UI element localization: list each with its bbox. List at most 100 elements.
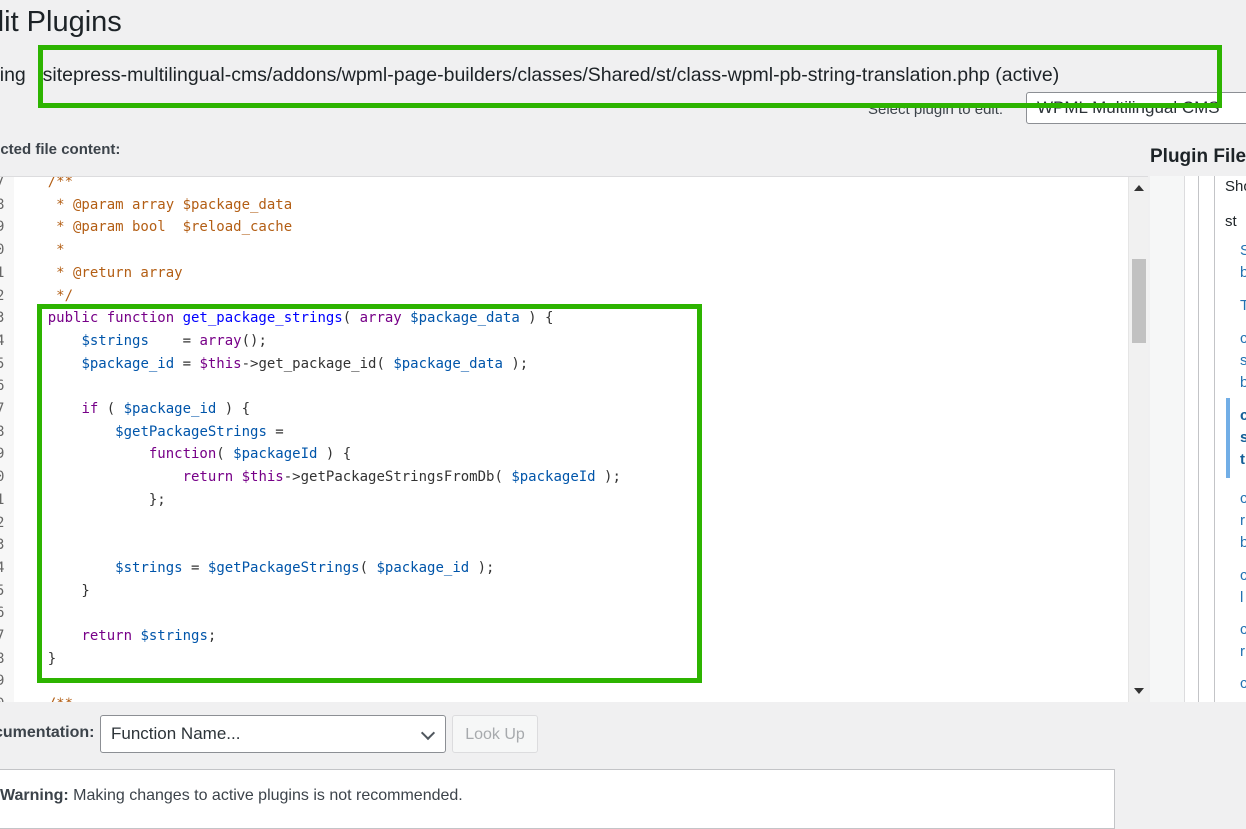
code-line: 6 — [0, 375, 1128, 397]
code-token: ); — [502, 355, 529, 372]
line-number: 5 — [0, 580, 10, 602]
code-token: return — [182, 469, 242, 486]
code-token: array — [359, 310, 411, 327]
code-token: $packageId — [511, 469, 596, 486]
code-token: $package_id — [376, 559, 470, 576]
tree-file-link[interactable]: s — [1240, 427, 1246, 449]
code-line: 7 return $strings; — [0, 625, 1128, 647]
code-token: public function — [47, 310, 183, 327]
code-text: return $this->getPackageStringsFromDb( $… — [14, 466, 621, 488]
tree-file-link[interactable]: b — [1240, 262, 1246, 284]
code-editor[interactable]: 7 /**8 * @param array $package_data9 * @… — [0, 176, 1148, 702]
tree-file-link[interactable]: c — [1240, 565, 1246, 587]
line-number: 2 — [0, 512, 10, 534]
code-line: 0 return $this->getPackageStringsFromDb(… — [0, 466, 1128, 488]
line-number: 6 — [0, 602, 10, 624]
code-text: public function get_package_strings( arr… — [14, 307, 554, 329]
code-line: 9 — [0, 670, 1128, 692]
line-number: 0 — [0, 466, 10, 488]
code-text: return $strings; — [14, 625, 216, 647]
tree-file-link[interactable]: s — [1240, 350, 1246, 372]
code-text: * @return array — [14, 262, 183, 284]
tree-file-link[interactable]: r — [1240, 641, 1245, 663]
code-token: $package_id — [81, 355, 175, 372]
code-text: } — [14, 580, 89, 602]
code-token: $strings — [81, 332, 149, 349]
file-status: (active) — [995, 64, 1060, 86]
line-number: 8 — [0, 648, 10, 670]
code-text: } — [14, 648, 56, 670]
code-line: 2 */ — [0, 285, 1128, 307]
tree-file-link[interactable]: c — [1240, 619, 1246, 641]
tree-folder[interactable]: st — [1225, 211, 1237, 233]
tree-folder[interactable]: Sho — [1225, 176, 1246, 198]
code-line: 1 }; — [0, 489, 1128, 511]
code-token: $this — [241, 469, 284, 486]
code-token: ( — [216, 446, 234, 463]
code-token: * @return array — [14, 264, 183, 281]
code-text: /** — [14, 693, 73, 702]
line-number: 2 — [0, 285, 10, 307]
code-token: ->getPackageStringsFromDb( — [283, 469, 512, 486]
code-line: 9 * @param bool $reload_cache — [0, 216, 1128, 238]
warning-message: Making changes to active plugins is not … — [68, 787, 463, 804]
function-name-select[interactable]: Function Name... — [100, 715, 446, 753]
tree-file-link[interactable]: c — [1240, 673, 1246, 695]
tree-file-link[interactable]: c — [1240, 328, 1246, 350]
tree-file-link[interactable]: r — [1240, 510, 1245, 532]
code-token: $strings — [140, 628, 208, 644]
line-number: 7 — [0, 625, 10, 647]
code-token: ) { — [519, 310, 554, 327]
scroll-up-icon[interactable] — [1134, 185, 1144, 191]
line-number: 8 — [0, 194, 10, 216]
line-number: 0 — [0, 693, 10, 702]
plugin-files-title: Plugin File — [1150, 146, 1246, 167]
code-token: ( — [359, 559, 377, 576]
tree-indent-shade — [1150, 176, 1185, 702]
selected-file-content-label: ected file content: — [0, 141, 121, 158]
chevron-down-icon — [420, 725, 436, 741]
editor-scrollbar[interactable] — [1128, 177, 1148, 702]
code-line: 1 * @return array — [0, 262, 1128, 284]
tree-guide — [1214, 176, 1215, 702]
code-line: 8 } — [0, 648, 1128, 670]
tree-file-link[interactable]: b — [1240, 372, 1246, 394]
select-plugin-label: Select plugin to edit: — [868, 101, 1004, 118]
code-token: $package_data — [410, 310, 520, 327]
code-token: $getPackageStrings — [115, 423, 267, 440]
code-token: = — [182, 559, 208, 576]
tree-file-link[interactable]: t — [1240, 449, 1245, 471]
tree-file-link[interactable]: b — [1240, 532, 1246, 554]
code-token: = — [266, 423, 284, 440]
tree-file-link[interactable]: T — [1240, 295, 1246, 317]
documentation-label: cumentation: — [0, 724, 95, 741]
line-number: 3 — [0, 534, 10, 556]
tree-file-link[interactable]: c — [1240, 405, 1246, 427]
code-text: if ( $package_id ) { — [14, 398, 250, 420]
code-token: * @param array $package_data — [14, 196, 293, 213]
code-line: 2 — [0, 512, 1128, 534]
code-text: $package_id = $this->get_package_id( $pa… — [14, 353, 528, 375]
code-token: $strings — [115, 559, 183, 576]
warning-text: Warning: Making changes to active plugin… — [0, 787, 463, 805]
code-line: 7 /** — [0, 177, 1128, 193]
tree-file-link[interactable]: c — [1240, 488, 1246, 510]
scroll-thumb[interactable] — [1132, 259, 1146, 343]
tree-file-link[interactable]: S — [1240, 240, 1246, 262]
line-number: 9 — [0, 443, 10, 465]
code-line: 8 * @param array $package_data — [0, 194, 1128, 216]
tree-file-link[interactable]: l — [1240, 587, 1243, 609]
code-token: $packageId — [233, 446, 318, 463]
code-text: }; — [14, 489, 166, 511]
plugin-select[interactable]: WPML Multilingual CMS — [1026, 92, 1246, 124]
code-line: 9 function( $packageId ) { — [0, 443, 1128, 465]
scroll-down-icon[interactable] — [1134, 688, 1144, 694]
look-up-button[interactable]: Look Up — [452, 715, 538, 753]
warning-notice: Warning: Making changes to active plugin… — [0, 769, 1115, 829]
tree-guide — [1198, 176, 1199, 702]
